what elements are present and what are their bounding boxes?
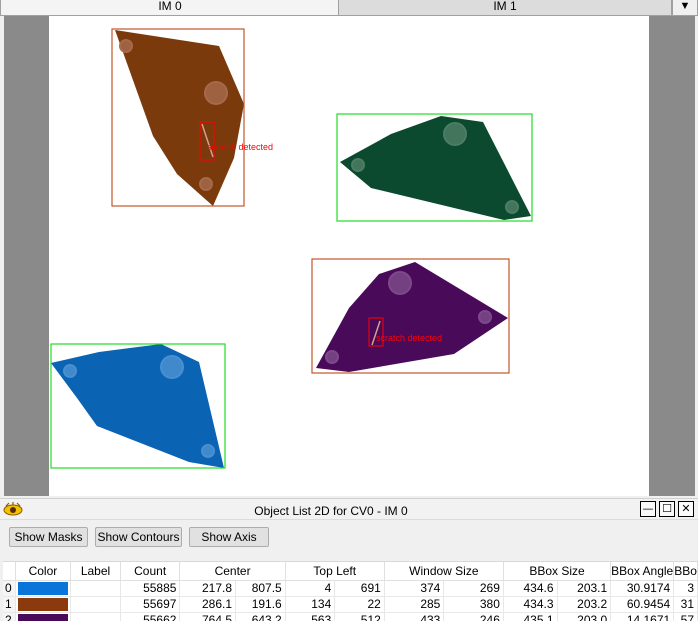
row-bbox-height: 203.2 [557,596,611,612]
header-index [3,562,15,580]
detection-overlay: scratch detected [49,16,649,496]
object-mask-blue [51,344,224,468]
header-color[interactable]: Color [15,562,71,580]
row-center-y: 807.5 [236,580,286,596]
object-spot-green-1 [444,123,466,145]
header-bbox-size[interactable]: BBox Size [503,562,610,580]
tab-im-0[interactable]: IM 0 [0,0,340,16]
object-spot-green-2 [352,159,364,171]
object-spot-green-3 [506,201,518,213]
row-center-x: 286.1 [180,596,236,612]
image-tab-bar: IM 0 IM 1 ▼ [0,0,698,16]
row-bbox-extra: 31 [674,596,698,612]
row-index: 1 [3,596,15,612]
header-top-left[interactable]: Top Left [285,562,384,580]
show-contours-button[interactable]: Show Contours [95,527,182,547]
row-bbox-extra: 3 [674,580,698,596]
object-spot-blue-3 [202,445,214,457]
detected-object-purple[interactable]: scratch detected [312,259,509,373]
row-count: 55885 [120,580,180,596]
row-window-height: 269 [444,580,504,596]
defect-label-brown: scratch detected [207,142,273,152]
row-top-left-y: 22 [335,596,385,612]
defect-label-purple: scratch detected [376,333,442,343]
object-spot-purple-3 [326,351,338,363]
row-bbox-width: 434.3 [503,596,557,612]
table-row[interactable]: 1 55697286.1191.613422285380434.3203.260.… [3,596,698,612]
object-table: Color Label Count Center Top Left Window… [3,562,698,621]
row-bbox-angle: 60.9454 [611,596,674,612]
maximize-button[interactable]: ☐ [659,501,675,517]
row-index: 0 [3,580,15,596]
row-top-left-x: 4 [285,580,335,596]
object-list-title: Object List 2D for CV0 - IM 0 [0,504,662,518]
table-header-row: Color Label Count Center Top Left Window… [3,562,698,580]
image-canvas[interactable]: scratch detected [49,16,649,496]
object-spot-brown-1 [120,40,132,52]
detected-object-green[interactable] [337,114,532,221]
minimize-button[interactable]: — [640,501,656,517]
row-top-left-y: 691 [335,580,385,596]
row-bbox-height: 203.1 [557,580,611,596]
row-window-width: 285 [384,596,444,612]
close-button[interactable]: ✕ [678,501,694,517]
row-label [71,580,121,596]
row-bbox-width: 434.6 [503,580,557,596]
table-row[interactable]: 0 55885217.8807.54691374269434.6203.130.9… [3,580,698,596]
header-label[interactable]: Label [71,562,121,580]
object-spot-blue-2 [64,365,76,377]
detected-object-blue[interactable] [51,344,225,468]
object-spot-blue-1 [161,356,183,378]
object-spot-brown-3 [200,178,212,190]
object-list-window: Object List 2D for CV0 - IM 0 — ☐ ✕ Show… [0,498,698,620]
color-swatch [18,598,69,611]
image-viewer: scratch detected [0,16,698,496]
row-window-height: 380 [444,596,504,612]
row-center-y: 191.6 [236,596,286,612]
object-mask-green [340,116,531,220]
object-spot-brown-2 [205,82,227,104]
object-spot-purple-1 [389,272,411,294]
tab-im-1[interactable]: IM 1 [338,0,672,16]
row-color-swatch [15,596,71,612]
color-swatch [18,582,69,595]
header-bbox-angle[interactable]: BBox Angle [611,562,674,580]
row-label [71,596,121,612]
object-list-toolbar: Show Masks Show Contours Show Axis [0,521,698,555]
object-spot-purple-2 [479,311,491,323]
image-viewport[interactable]: scratch detected [4,16,695,496]
show-masks-button[interactable]: Show Masks [9,527,88,547]
row-window-width: 374 [384,580,444,596]
object-mask-brown [115,30,244,206]
header-window-size[interactable]: Window Size [384,562,503,580]
show-axis-button[interactable]: Show Axis [189,527,269,547]
object-table-container[interactable]: Color Label Count Center Top Left Window… [3,561,698,621]
header-bbox-extra[interactable]: BBo [674,562,698,580]
row-bbox-angle: 30.9174 [611,580,674,596]
detected-object-brown[interactable]: scratch detected [112,29,273,206]
header-count[interactable]: Count [120,562,180,580]
header-center[interactable]: Center [180,562,285,580]
row-center-x: 217.8 [180,580,236,596]
row-color-swatch [15,580,71,596]
object-list-title-bar[interactable]: Object List 2D for CV0 - IM 0 — ☐ ✕ [0,499,698,520]
row-top-left-x: 134 [285,596,335,612]
row-count: 55697 [120,596,180,612]
tab-list-dropdown-button[interactable]: ▼ [672,0,698,16]
